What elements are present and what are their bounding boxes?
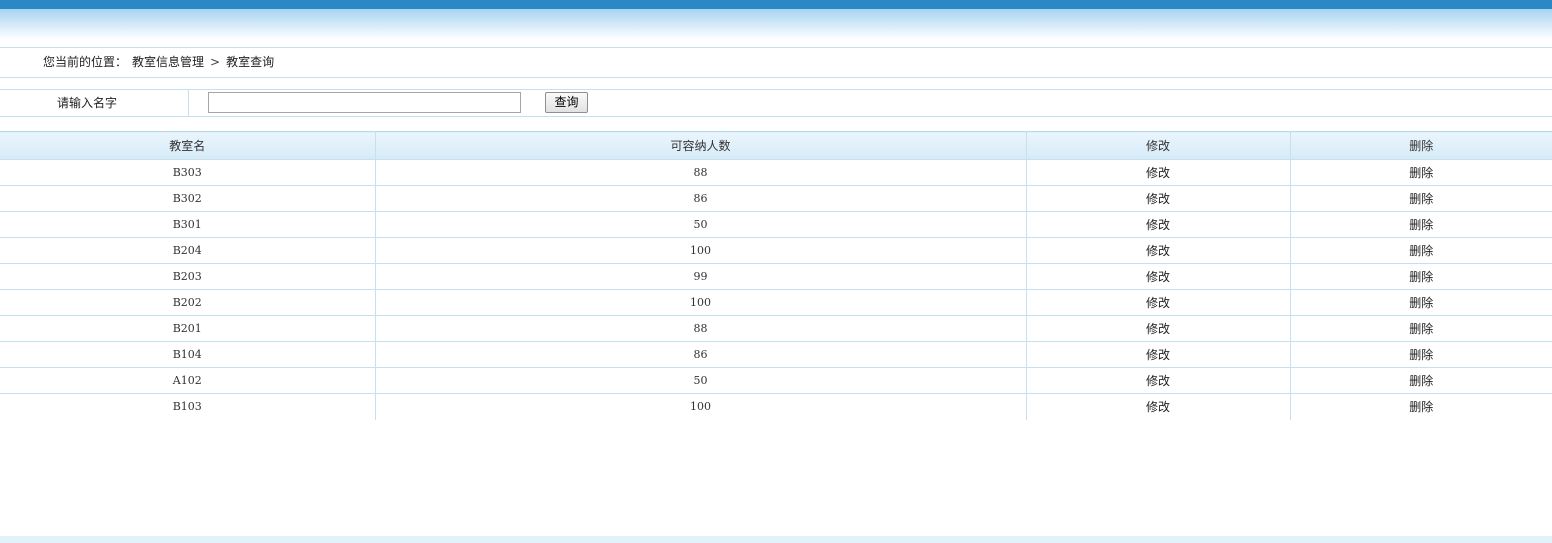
cell-capacity: 88 — [375, 159, 1027, 186]
table-row: B204 100 修改 删除 — [0, 237, 1552, 264]
edit-link[interactable]: 修改 — [1026, 367, 1291, 394]
edit-link[interactable]: 修改 — [1026, 159, 1291, 186]
delete-link[interactable]: 删除 — [1290, 289, 1552, 316]
column-header-delete: 删除 — [1290, 131, 1552, 160]
classroom-table: 教室名 可容纳人数 修改 删除 B303 88 修改 删除 B302 86 修改 删除 B301… — [0, 131, 1552, 420]
cell-classroom-name: B201 — [0, 315, 376, 342]
cell-capacity: 100 — [375, 289, 1027, 316]
table-body: B303 88 修改 删除 B302 86 修改 删除 B301 50 修改 删除 B204 100 修改删… — [0, 159, 1552, 420]
table-header-row: 教室名 可容纳人数 修改 删除 — [0, 131, 1552, 160]
cell-capacity: 50 — [375, 211, 1027, 238]
table-row: B103 100 修改 删除 — [0, 393, 1552, 420]
column-header-edit: 修改 — [1026, 131, 1291, 160]
cell-capacity: 100 — [375, 237, 1027, 264]
table-row: A102 50 修改 删除 — [0, 367, 1552, 394]
delete-link[interactable]: 删除 — [1290, 341, 1552, 368]
cell-classroom-name: B104 — [0, 341, 376, 368]
delete-link[interactable]: 删除 — [1290, 159, 1552, 186]
edit-link[interactable]: 修改 — [1026, 237, 1291, 264]
edit-link[interactable]: 修改 — [1026, 341, 1291, 368]
column-header-capacity: 可容纳人数 — [375, 131, 1027, 160]
search-input[interactable] — [208, 92, 521, 113]
breadcrumb-label: 您当前的位置： — [43, 55, 128, 69]
table-row: B302 86 修改 删除 — [0, 185, 1552, 212]
delete-link[interactable]: 删除 — [1290, 394, 1552, 420]
delete-link[interactable]: 删除 — [1290, 237, 1552, 264]
cell-capacity: 50 — [375, 367, 1027, 394]
edit-link[interactable]: 修改 — [1026, 289, 1291, 316]
cell-classroom-name: B204 — [0, 237, 376, 264]
cell-capacity: 100 — [375, 393, 1027, 420]
cell-capacity: 88 — [375, 315, 1027, 342]
breadcrumb-separator: > — [210, 55, 221, 69]
cell-capacity: 99 — [375, 263, 1027, 290]
table-row: B303 88 修改 删除 — [0, 159, 1552, 186]
table-row: B201 88 修改 删除 — [0, 315, 1552, 342]
table-row: B301 50 修改 删除 — [0, 211, 1552, 238]
cell-classroom-name: B301 — [0, 211, 376, 238]
edit-link[interactable]: 修改 — [1026, 393, 1291, 420]
search-label: 请输入名字 — [0, 90, 189, 116]
cell-classroom-name: B202 — [0, 289, 376, 316]
top-banner-bar — [0, 0, 1552, 9]
delete-link[interactable]: 删除 — [1290, 211, 1552, 238]
edit-link[interactable]: 修改 — [1026, 315, 1291, 342]
cell-classroom-name: B103 — [0, 393, 376, 420]
delete-link[interactable]: 删除 — [1290, 367, 1552, 394]
table-row: B202 100 修改 删除 — [0, 289, 1552, 316]
table-row: B104 86 修改 删除 — [0, 341, 1552, 368]
delete-link[interactable]: 删除 — [1290, 185, 1552, 212]
edit-link[interactable]: 修改 — [1026, 263, 1291, 290]
breadcrumb-item-current: 教室查询 — [226, 55, 275, 69]
breadcrumb-path: 教室信息管理 > 教室查询 — [132, 48, 274, 77]
cell-classroom-name: A102 — [0, 367, 376, 394]
search-bar: 请输入名字 查询 — [0, 89, 1552, 117]
table-row: B203 99 修改 删除 — [0, 263, 1552, 290]
cell-classroom-name: B303 — [0, 159, 376, 186]
cell-classroom-name: B203 — [0, 263, 376, 290]
cell-capacity: 86 — [375, 185, 1027, 212]
column-header-classroom-name: 教室名 — [0, 131, 376, 160]
delete-link[interactable]: 删除 — [1290, 315, 1552, 342]
cell-classroom-name: B302 — [0, 185, 376, 212]
breadcrumb: 您当前的位置： 教室信息管理 > 教室查询 — [0, 47, 1552, 78]
edit-link[interactable]: 修改 — [1026, 185, 1291, 212]
top-banner-gradient — [0, 9, 1552, 40]
delete-link[interactable]: 删除 — [1290, 263, 1552, 290]
edit-link[interactable]: 修改 — [1026, 211, 1291, 238]
search-button[interactable]: 查询 — [545, 92, 588, 113]
bottom-strip — [0, 536, 1552, 543]
cell-capacity: 86 — [375, 341, 1027, 368]
breadcrumb-item-section[interactable]: 教室信息管理 — [132, 55, 204, 69]
